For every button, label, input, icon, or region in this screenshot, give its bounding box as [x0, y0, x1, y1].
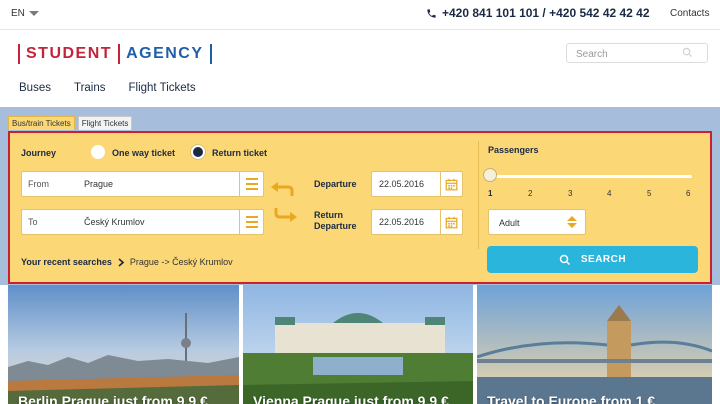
- nav-item-buses[interactable]: Buses: [19, 82, 51, 94]
- passenger-count-2: 2: [528, 189, 533, 198]
- tab-bus-train-tickets[interactable]: Bus/train Tickets: [8, 116, 75, 130]
- phone-icon: [427, 8, 436, 18]
- passenger-type-value: Adult: [499, 218, 520, 228]
- to-value: Český Krumlov: [84, 217, 145, 227]
- logo-bar-left: [18, 44, 20, 64]
- promo-tile-vienna[interactable]: Vienna Prague just from 9.9 €: [243, 285, 473, 404]
- phone-number: +420 841 101 101 / +420 542 42 42 42: [442, 6, 650, 20]
- departure-label: Departure: [314, 179, 357, 189]
- from-field[interactable]: From Prague: [21, 171, 264, 197]
- recent-searches-label: Your recent searches: [21, 257, 112, 267]
- passenger-count-1: 1: [488, 189, 493, 198]
- recent-searches: Your recent searches Prague -> Český Kru…: [21, 257, 233, 267]
- booking-form: Journey One way ticket Return ticket Fro…: [8, 131, 712, 284]
- passengers-scale: 1 2 3 4 5 6: [486, 189, 698, 201]
- passengers-slider-track[interactable]: [490, 175, 692, 178]
- one-way-radio[interactable]: [91, 145, 105, 159]
- search-icon: [559, 254, 570, 265]
- return-departure-label-line1: Return: [314, 210, 343, 220]
- promo-caption-vienna: Vienna Prague just from 9.9 €: [253, 393, 449, 404]
- logo-bar-middle: [118, 44, 121, 64]
- return-label[interactable]: Return ticket: [212, 148, 267, 158]
- calendar-icon[interactable]: [440, 210, 462, 234]
- passenger-type-select[interactable]: Adult: [488, 209, 586, 235]
- search-input[interactable]: [567, 45, 677, 64]
- berlin-skyline-image: [8, 285, 239, 404]
- search-button[interactable]: SEARCH: [487, 246, 698, 273]
- swap-icon[interactable]: [270, 182, 298, 222]
- logo-text-agency: AGENCY: [126, 45, 204, 62]
- journey-label: Journey: [21, 148, 57, 158]
- return-date-field[interactable]: 22.05.2016: [371, 209, 463, 235]
- nav-item-trains[interactable]: Trains: [74, 82, 106, 94]
- promo-caption-berlin: Berlin Prague just from 9.9 €: [18, 393, 208, 404]
- from-value: Prague: [84, 179, 114, 189]
- language-selector[interactable]: EN: [11, 8, 39, 19]
- to-field[interactable]: To Český Krumlov: [21, 209, 264, 235]
- return-departure-label-line2: Departure: [314, 221, 357, 231]
- tab-flight-tickets[interactable]: Flight Tickets: [77, 116, 133, 130]
- passengers-slider-handle[interactable]: [483, 168, 497, 182]
- from-list-icon[interactable]: [239, 172, 263, 196]
- nav-item-flight-tickets[interactable]: Flight Tickets: [129, 82, 196, 94]
- search-button-label: SEARCH: [580, 254, 627, 265]
- promo-tile-europe[interactable]: Travel to Europe from 1 €: [477, 285, 712, 404]
- top-bar: EN +420 841 101 101 / +420 542 42 42 42 …: [0, 0, 720, 30]
- main-nav: Buses Trains Flight Tickets: [19, 82, 219, 94]
- calendar-icon[interactable]: [440, 172, 462, 196]
- booking-tabs: Bus/train Tickets Flight Tickets: [8, 116, 133, 130]
- return-date-value: 22.05.2016: [379, 217, 425, 227]
- select-arrows-icon: [567, 216, 577, 228]
- from-label: From: [28, 179, 49, 189]
- contacts-link[interactable]: Contacts: [670, 8, 709, 19]
- one-way-label[interactable]: One way ticket: [112, 148, 175, 158]
- phone-contact[interactable]: +420 841 101 101 / +420 542 42 42 42: [426, 6, 650, 20]
- panel-divider: [478, 141, 479, 249]
- logo-bar-right: [209, 44, 212, 64]
- passenger-count-5: 5: [647, 189, 652, 198]
- logo[interactable]: STUDENT AGENCY: [12, 44, 218, 64]
- chevron-right-icon: [118, 257, 124, 267]
- departure-date-value: 22.05.2016: [379, 179, 425, 189]
- site-search[interactable]: [566, 43, 708, 64]
- passengers-label: Passengers: [488, 145, 539, 155]
- tower-bridge-image: [477, 285, 712, 404]
- search-icon[interactable]: [682, 47, 693, 58]
- language-label: EN: [11, 8, 25, 19]
- promo-tile-berlin[interactable]: Berlin Prague just from 9.9 €: [8, 285, 239, 404]
- logo-text-student: STUDENT: [26, 45, 113, 62]
- departure-date-field[interactable]: 22.05.2016: [371, 171, 463, 197]
- passenger-count-3: 3: [568, 189, 573, 198]
- chevron-down-icon: [28, 11, 39, 16]
- to-label: To: [28, 217, 38, 227]
- promo-caption-europe: Travel to Europe from 1 €: [487, 393, 656, 404]
- to-list-icon[interactable]: [239, 210, 263, 234]
- vienna-palace-image: [243, 285, 473, 404]
- passenger-count-6: 6: [686, 189, 691, 198]
- passenger-count-4: 4: [607, 189, 612, 198]
- recent-search-link[interactable]: Prague -> Český Krumlov: [130, 257, 233, 267]
- return-radio[interactable]: [191, 145, 205, 159]
